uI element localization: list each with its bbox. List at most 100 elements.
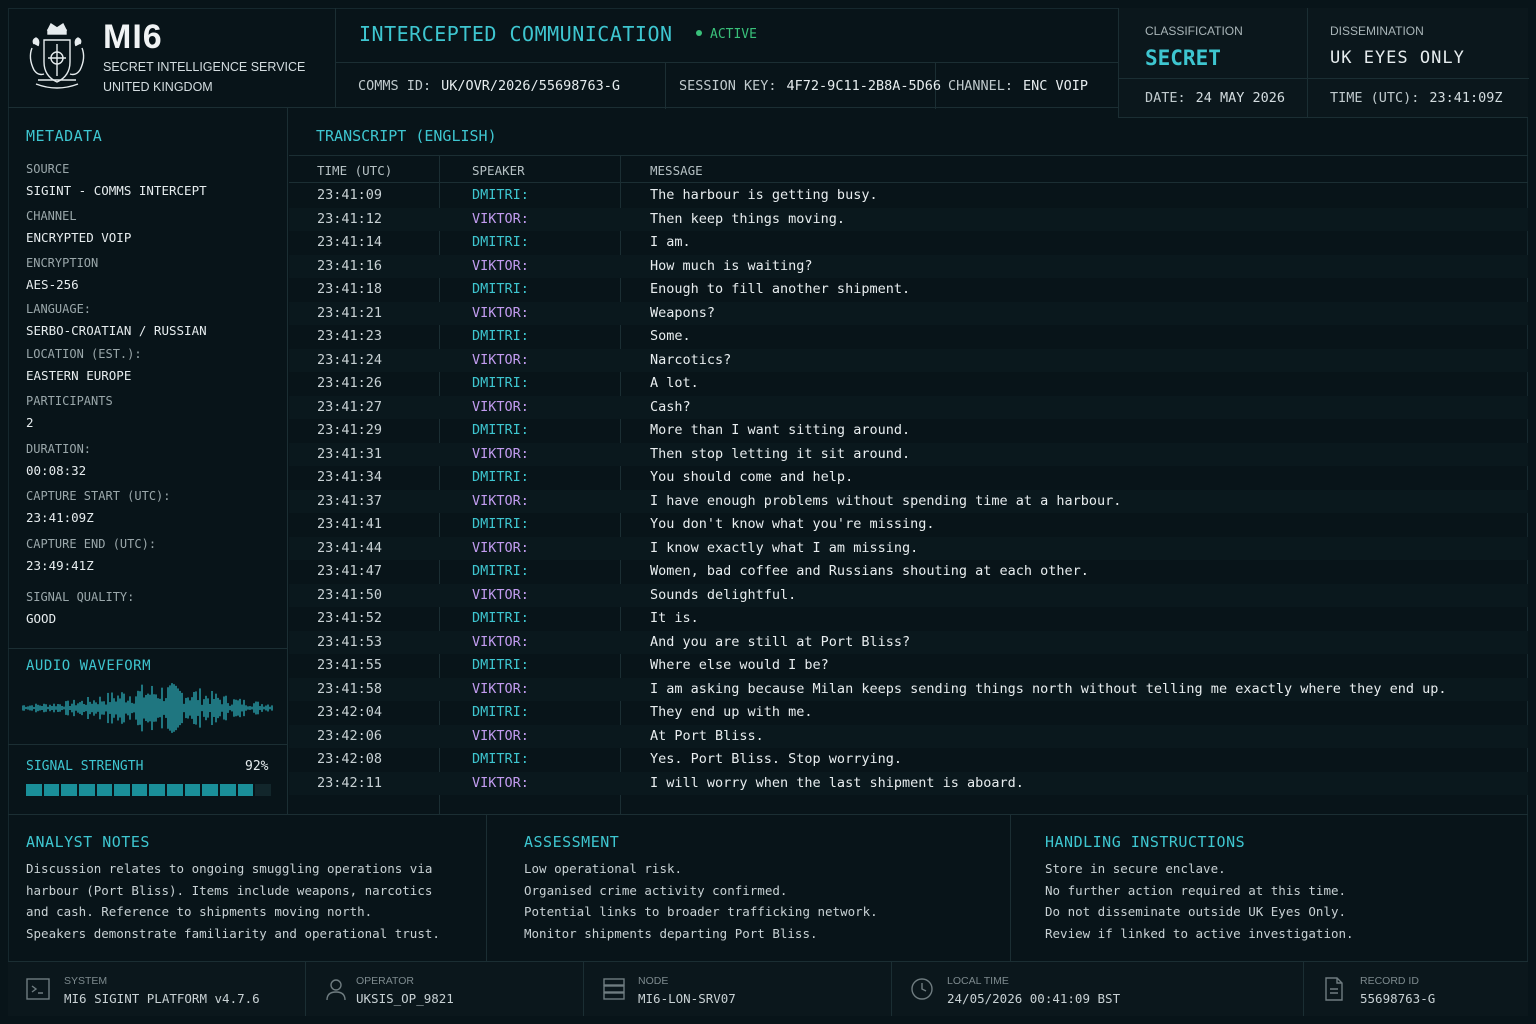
row-time: 23:41:50 xyxy=(317,586,383,603)
session-key-label: SESSION KEY: xyxy=(679,78,777,94)
table-row: 23:41:58 VIKTOR: I am asking because Milan… xyxy=(289,677,1528,701)
row-time: 23:41:23 xyxy=(317,328,383,344)
table-row: 23:41:31 VIKTOR: Then stop letting it sit … xyxy=(289,442,1528,466)
row-speaker: DMITRI: xyxy=(472,610,529,626)
analyst-notes-text: Discussion relates to ongoing smuggling … xyxy=(26,861,440,947)
transcript-header-row: TIME (UTC) SPEAKER MESSAGE xyxy=(289,155,1528,183)
signal-segment xyxy=(202,784,219,796)
metadata-value: GOOD xyxy=(26,611,57,626)
dissemination-value: UK EYES ONLY xyxy=(1330,48,1465,68)
row-time: 23:41:27 xyxy=(317,398,383,415)
row-speaker: VIKTOR: xyxy=(472,257,529,274)
footer-system-label: SYSTEM xyxy=(64,975,108,987)
date-field: DATE: 24 MAY 2026 xyxy=(1145,90,1285,106)
signal-segment xyxy=(26,784,42,796)
signal-segment xyxy=(220,784,236,796)
metadata-item: CHANNEL ENCRYPTED VOIP xyxy=(26,209,131,245)
table-row: 23:41:41 DMITRI: You don't know what you'r… xyxy=(289,513,1528,537)
footer-node: NODE MI6-LON-SRV07 xyxy=(584,962,892,1016)
table-row: 23:41:55 DMITRI: Where else would I be? xyxy=(289,654,1528,678)
note-line: and cash. Reference to shipments moving … xyxy=(26,904,373,919)
row-message: Where else would I be? xyxy=(650,657,829,673)
divider xyxy=(486,815,487,963)
signal-segment xyxy=(43,784,60,796)
row-speaker: VIKTOR: xyxy=(472,492,529,509)
row-message: I know exactly what I am missing. xyxy=(650,539,919,556)
table-row: 23:41:09 DMITRI: The harbour is getting bu… xyxy=(289,184,1528,208)
time-value: 23:41:09Z xyxy=(1429,90,1503,106)
row-speaker: VIKTOR: xyxy=(472,633,529,650)
signal-segment xyxy=(96,784,113,796)
session-key-value: 4F72-9C11-2B8A-5D66 xyxy=(786,78,941,94)
footer-local-time-value: 24/05/2026 00:41:09 BST xyxy=(947,991,1121,1006)
signal-segment xyxy=(149,784,166,796)
footer-local-time-label: LOCAL TIME xyxy=(947,975,1009,987)
row-speaker: VIKTOR: xyxy=(472,445,529,462)
table-row: 23:41:50 VIKTOR: Sounds delightful. xyxy=(289,583,1528,607)
signal-strength-bar xyxy=(26,784,271,796)
note-line: Potential links to broader trafficking n… xyxy=(524,904,878,919)
table-row: 23:41:34 DMITRI: You should come and help. xyxy=(289,466,1528,490)
analyst-notes-section: ANALYST NOTES Discussion relates to ongo… xyxy=(26,815,486,963)
brand-subtitle: SECRET INTELLIGENCE SERVICE xyxy=(103,60,306,74)
row-time: 23:42:04 xyxy=(317,704,383,720)
row-speaker: DMITRI: xyxy=(472,422,529,438)
metadata-key: CAPTURE START (UTC): xyxy=(26,489,171,503)
footer-local-time: LOCAL TIME 24/05/2026 00:41:09 BST xyxy=(892,962,1304,1016)
row-speaker: VIKTOR: xyxy=(472,351,529,368)
table-row: 23:41:12 VIKTOR: Then keep things moving. xyxy=(289,207,1528,231)
assessment-section: ASSESSMENT Low operational risk. Organis… xyxy=(524,815,1004,963)
row-message: I am asking because Milan keeps sending … xyxy=(650,680,1447,697)
classification-value: SECRET xyxy=(1145,46,1221,70)
row-message: Narcotics? xyxy=(650,351,732,368)
row-speaker: DMITRI: xyxy=(472,563,529,579)
note-line: Speakers demonstrate familiarity and ope… xyxy=(26,925,440,941)
note-line: Store in secure enclave. xyxy=(1045,861,1226,876)
row-speaker: DMITRI: xyxy=(472,704,529,720)
channel-label: CHANNEL: xyxy=(948,78,1014,94)
table-row: 23:41:26 DMITRI: A lot. xyxy=(289,372,1528,396)
metadata-value: SIGINT - COMMS INTERCEPT xyxy=(26,183,207,198)
metadata-panel: METADATA SOURCE SIGINT - COMMS INTERCEPT… xyxy=(8,108,288,814)
signal-segment xyxy=(167,784,183,796)
row-message: Weapons? xyxy=(650,304,716,321)
classification-label: CLASSIFICATION xyxy=(1145,24,1243,38)
metadata-key: SOURCE xyxy=(26,162,70,176)
row-speaker: DMITRI: xyxy=(472,281,529,297)
metadata-key: CHANNEL xyxy=(26,209,77,223)
row-message: How much is waiting? xyxy=(650,257,813,274)
date-value: 24 MAY 2026 xyxy=(1195,90,1286,106)
signal-segment xyxy=(114,784,130,796)
row-speaker: VIKTOR: xyxy=(472,774,529,791)
row-message: It is. xyxy=(650,610,699,626)
notes-panel: ANALYST NOTES Discussion relates to ongo… xyxy=(8,814,1528,963)
row-speaker: VIKTOR: xyxy=(472,398,529,415)
brand-title: MI6 xyxy=(103,18,163,56)
time-field: TIME (UTC): 23:41:09Z xyxy=(1330,90,1503,106)
metadata-item: LANGUAGE: SERBO-CROATIAN / RUSSIAN xyxy=(26,302,207,338)
handling-instructions-title: HANDLING INSTRUCTIONS xyxy=(1045,833,1246,851)
table-row: 23:41:52 DMITRI: It is. xyxy=(289,607,1528,631)
royal-crest-icon xyxy=(29,22,85,89)
signal-segment xyxy=(61,784,77,796)
metadata-item: SOURCE SIGINT - COMMS INTERCEPT xyxy=(26,162,207,198)
table-row: 23:41:18 DMITRI: Enough to fill another sh… xyxy=(289,278,1528,302)
note-line: Organised crime activity confirmed. xyxy=(524,882,788,898)
row-message: Yes. Port Bliss. Stop worrying. xyxy=(650,751,902,767)
signal-segment xyxy=(78,784,95,796)
row-message: Cash? xyxy=(650,398,691,415)
row-message: Then stop letting it sit around. xyxy=(650,445,911,462)
table-row: 23:42:08 DMITRI: Yes. Port Bliss. Stop wor… xyxy=(289,748,1528,772)
row-message: They end up with me. xyxy=(650,704,813,720)
metadata-value: AES-256 xyxy=(26,277,79,292)
footer-operator: OPERATOR UKSIS_OP_9821 xyxy=(306,962,584,1016)
footer-record-value: 55698763-G xyxy=(1360,991,1436,1006)
metadata-item: ENCRYPTION AES-256 xyxy=(26,256,98,292)
row-time: 23:42:08 xyxy=(317,751,383,767)
divider xyxy=(1119,78,1529,79)
row-time: 23:41:34 xyxy=(317,469,383,485)
row-speaker: VIKTOR: xyxy=(472,586,529,603)
metadata-key: DURATION: xyxy=(26,442,92,456)
handling-instructions-text: Store in secure enclave. No further acti… xyxy=(1045,861,1354,947)
row-time: 23:41:52 xyxy=(317,610,383,626)
